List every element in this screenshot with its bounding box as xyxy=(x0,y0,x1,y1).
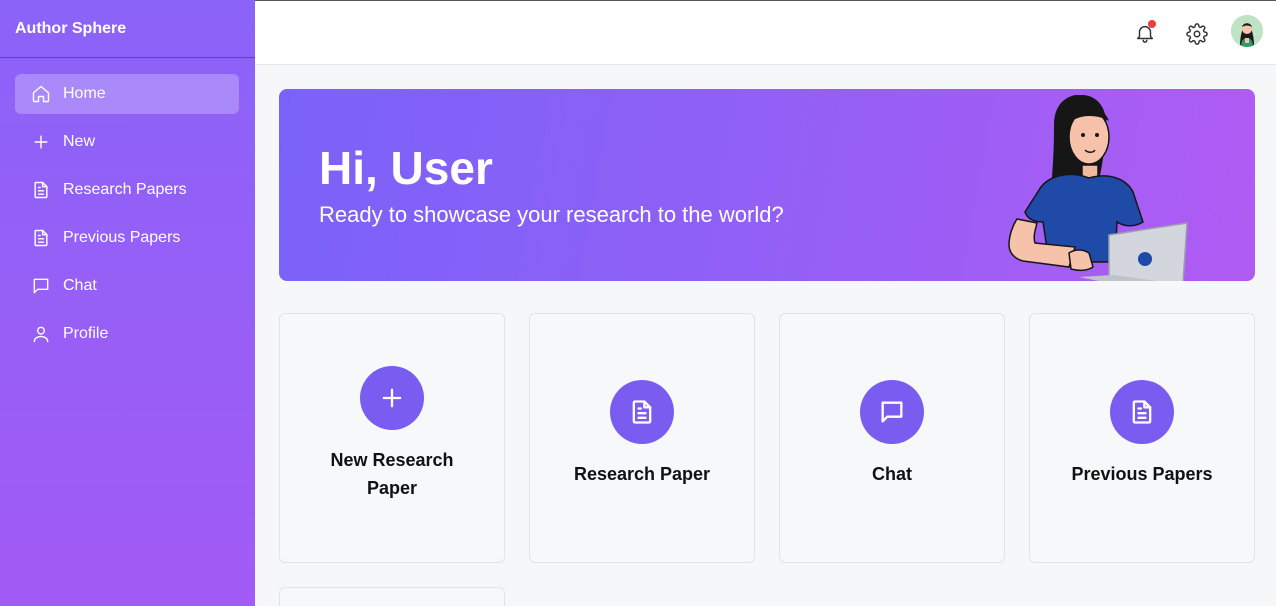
bell-icon[interactable] xyxy=(1134,20,1156,44)
chat-icon xyxy=(860,380,924,444)
welcome-banner: Hi, User Ready to showcase your research… xyxy=(279,89,1255,281)
card-research-paper[interactable]: Research Paper xyxy=(529,313,755,563)
document-icon xyxy=(31,228,51,248)
sidebar-item-label: Profile xyxy=(63,325,109,342)
sidebar: Author Sphere Home New Research Papers P… xyxy=(0,0,255,606)
gear-icon[interactable] xyxy=(1186,23,1208,45)
sidebar-item-label: Chat xyxy=(63,277,97,294)
plus-icon xyxy=(31,132,51,152)
sidebar-nav: Home New Research Papers Previous Papers… xyxy=(0,58,255,354)
top-bar xyxy=(255,0,1276,65)
sidebar-item-new[interactable]: New xyxy=(15,122,239,162)
sidebar-item-chat[interactable]: Chat xyxy=(15,266,239,306)
card-new-research-paper[interactable]: New Research Paper xyxy=(279,313,505,563)
card-label: Chat xyxy=(872,464,912,484)
home-icon xyxy=(31,84,51,104)
document-icon xyxy=(1110,380,1174,444)
notification-dot xyxy=(1148,20,1156,28)
document-icon xyxy=(31,180,51,200)
banner-subtitle: Ready to showcase your research to the w… xyxy=(319,202,784,227)
sidebar-item-previous-papers[interactable]: Previous Papers xyxy=(15,218,239,258)
sidebar-item-label: Previous Papers xyxy=(63,229,181,246)
card-previous-papers[interactable]: Previous Papers xyxy=(1029,313,1255,563)
app-title: Author Sphere xyxy=(0,0,255,58)
avatar[interactable] xyxy=(1231,15,1263,47)
sidebar-item-label: Research Papers xyxy=(63,181,187,198)
sidebar-item-research-papers[interactable]: Research Papers xyxy=(15,170,239,210)
document-icon xyxy=(610,380,674,444)
partial-card[interactable] xyxy=(279,587,505,606)
user-icon xyxy=(31,324,51,344)
card-chat[interactable]: Chat xyxy=(779,313,1005,563)
person-with-laptop-illustration xyxy=(1008,95,1188,281)
card-label: Research Paper xyxy=(573,464,711,484)
sidebar-item-label: New xyxy=(63,133,96,150)
greeting-heading: Hi, User xyxy=(319,142,493,194)
plus-icon xyxy=(360,366,424,430)
sidebar-item-profile[interactable]: Profile xyxy=(15,314,239,354)
sidebar-item-label: Home xyxy=(63,85,106,102)
chat-icon xyxy=(31,276,51,296)
sidebar-item-home[interactable]: Home xyxy=(15,74,239,114)
card-label: Previous Papers xyxy=(1071,464,1213,484)
card-label: New Research Paper xyxy=(330,450,454,498)
